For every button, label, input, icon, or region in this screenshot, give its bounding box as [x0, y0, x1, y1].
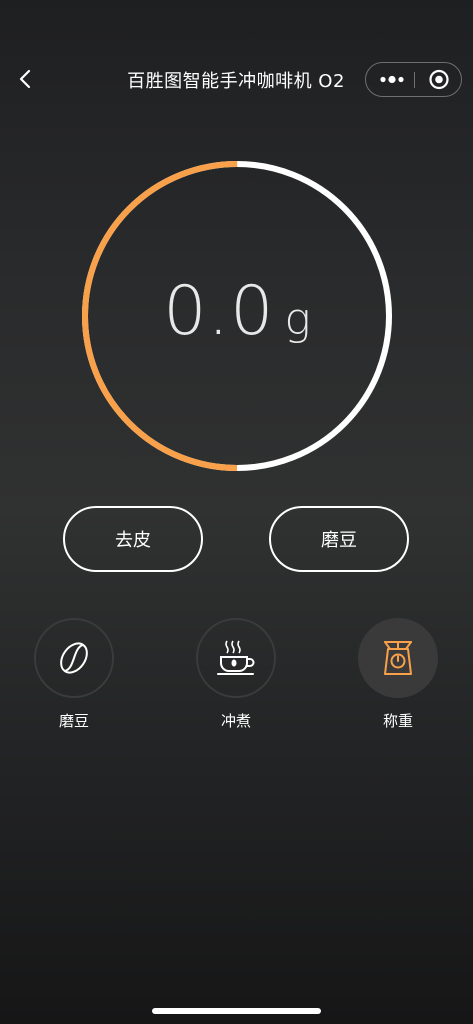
back-button[interactable] [14, 63, 38, 95]
mode-weigh: 称重 [357, 618, 439, 731]
grind-button-label: 磨豆 [321, 530, 357, 551]
mode-grind-button[interactable] [34, 618, 114, 698]
mode-brew: 冲煮 [195, 618, 277, 731]
tare-button-label: 去皮 [115, 530, 151, 551]
mode-grind-label: 磨豆 [58, 712, 89, 730]
target-circle-icon [429, 69, 449, 90]
mode-grind: 磨豆 [33, 618, 115, 731]
navigation-bar: 百胜图智能手冲咖啡机 O2 [0, 55, 473, 105]
home-indicator [152, 1008, 321, 1014]
mini-program-capsule [365, 62, 462, 97]
coffee-cup-icon [217, 640, 255, 675]
page-title: 百胜图智能手冲咖啡机 O2 [127, 71, 345, 92]
weight-value: 0.0 [163, 272, 275, 351]
more-dots-icon [380, 75, 404, 84]
weighing-scale-icon [384, 641, 412, 675]
chevron-left-icon [19, 69, 31, 89]
weight-readout: 0.0 g [78, 272, 396, 351]
more-button[interactable] [366, 63, 414, 96]
coffee-bean-icon [60, 642, 88, 674]
mode-weigh-button[interactable] [358, 618, 438, 698]
grind-button[interactable]: 磨豆 [269, 506, 409, 572]
mode-brew-label: 冲煮 [220, 712, 251, 730]
tare-button[interactable]: 去皮 [63, 506, 203, 572]
close-mini-program-button[interactable] [415, 63, 462, 96]
weight-unit: g [284, 294, 311, 345]
mode-brew-button[interactable] [196, 618, 276, 698]
mode-weigh-label: 称重 [382, 712, 413, 730]
